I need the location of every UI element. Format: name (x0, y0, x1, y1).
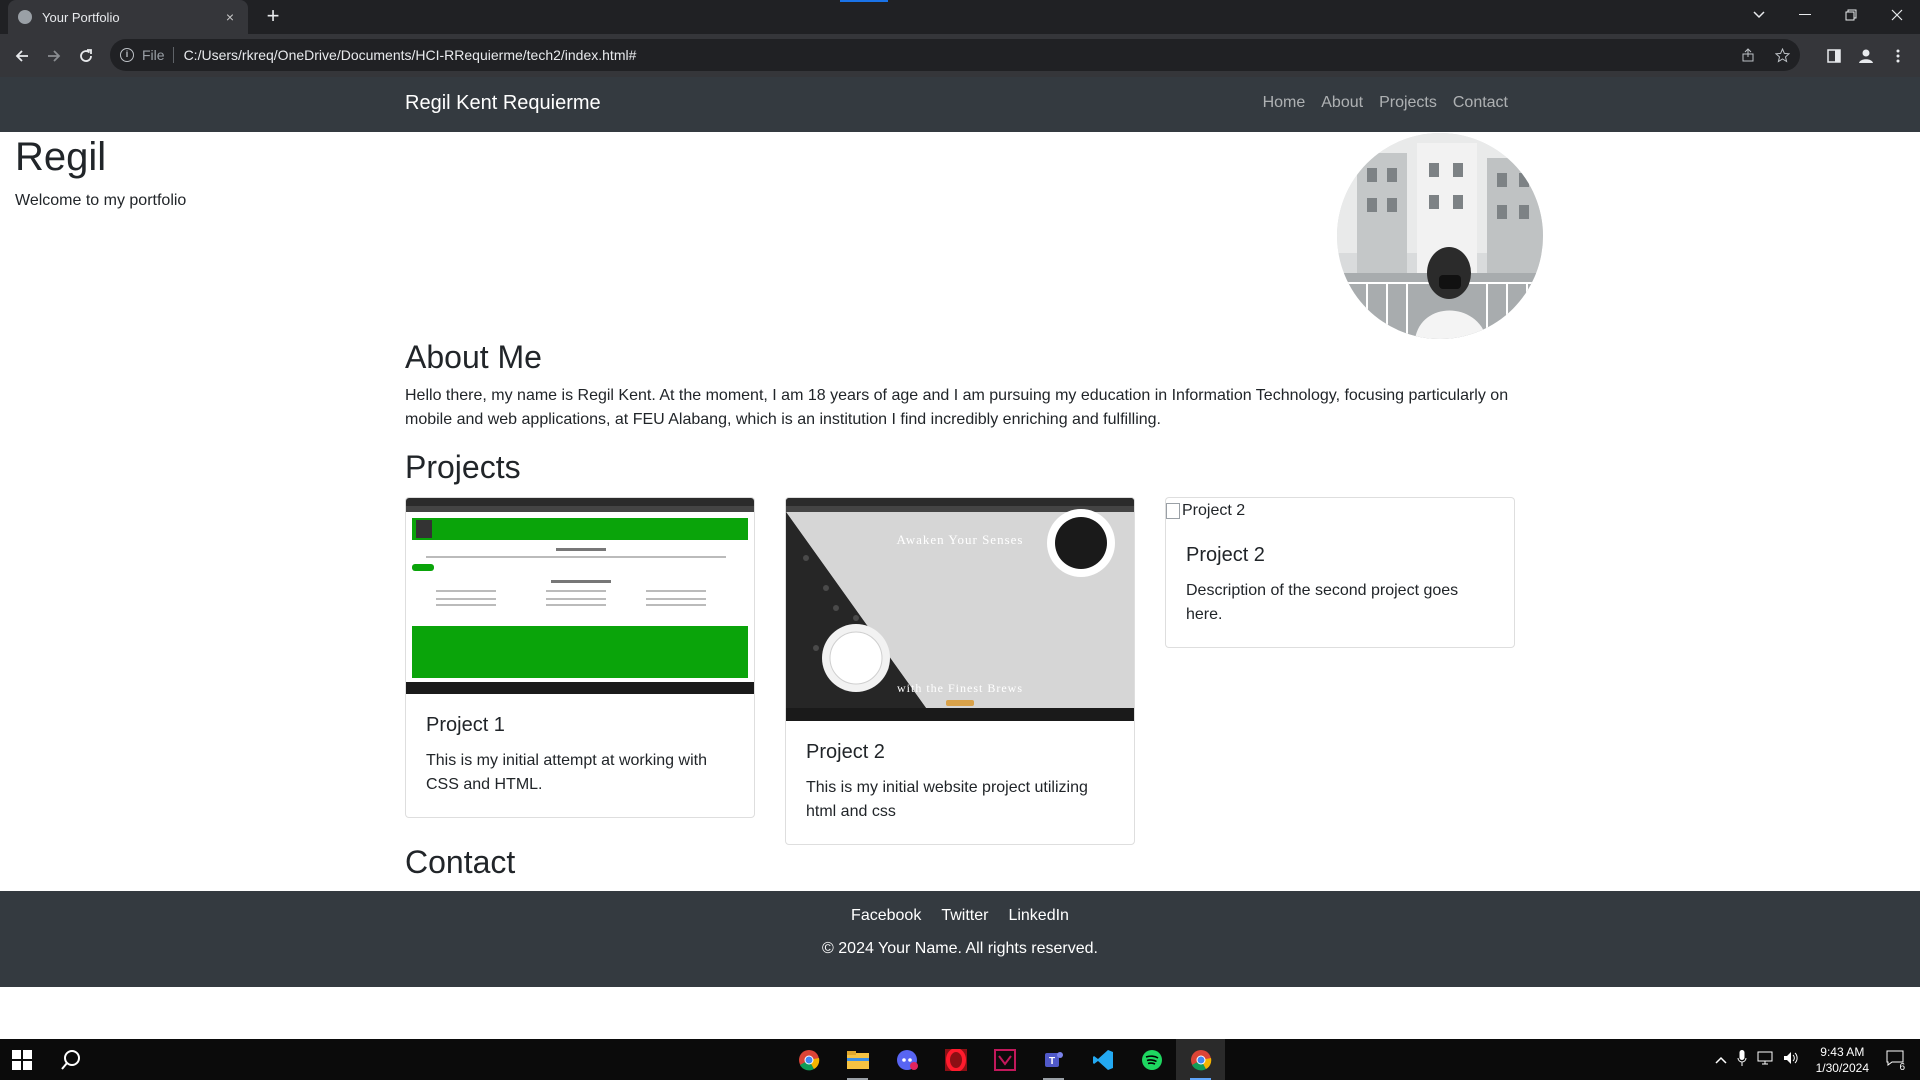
forward-icon[interactable] (41, 43, 67, 69)
project-card-3[interactable]: Project 2 Project 2 Description of the s… (1165, 497, 1515, 648)
chrome-icon[interactable] (784, 1039, 833, 1080)
browser-tab[interactable]: Your Portfolio × (8, 0, 248, 34)
windows-taskbar: T 9:43 AM 1/30/2024 6 (0, 1039, 1920, 1080)
taskbar-apps: T (784, 1039, 1225, 1080)
footer-link-facebook[interactable]: Facebook (851, 907, 921, 925)
svg-text:T: T (1048, 1056, 1054, 1067)
discord-icon[interactable] (882, 1039, 931, 1080)
site-info-icon[interactable]: i (120, 48, 134, 62)
project-3-image: Project 2 (1166, 498, 1514, 524)
reload-icon[interactable] (73, 43, 99, 69)
broken-image-icon (1166, 503, 1180, 519)
project-1-screenshot (406, 498, 754, 694)
clock-date: 1/30/2024 (1815, 1060, 1869, 1075)
notification-icon[interactable]: 6 (1886, 1050, 1905, 1073)
browser-tabstrip: Your Portfolio × + (0, 0, 1920, 34)
footer-link-twitter[interactable]: Twitter (941, 907, 988, 925)
tab-loading-indicator (840, 0, 888, 2)
globe-icon (18, 10, 32, 24)
chrome-active-icon[interactable] (1176, 1039, 1225, 1080)
search-icon[interactable] (60, 1049, 82, 1071)
project-2-screenshot: Awaken Your Senses with the Finest Brews (786, 498, 1134, 721)
project-card-1[interactable]: Project 1 This is my initial attempt at … (405, 497, 755, 818)
close-window-icon[interactable] (1874, 0, 1920, 30)
project-3-description: Description of the second project goes h… (1186, 582, 1459, 623)
project-1-title: Project 1 (426, 714, 505, 736)
profile-photo (1337, 133, 1543, 339)
tab-title: Your Portfolio (42, 9, 120, 25)
address-bar[interactable]: i File C:/Users/rkreq/OneDrive/Documents… (110, 39, 1800, 71)
site-navbar: Regil Kent Requierme Home About Projects… (0, 77, 1920, 132)
project-2-description: This is my initial website project utili… (806, 779, 1088, 820)
tab-search-icon[interactable] (1736, 0, 1782, 30)
share-icon[interactable] (1738, 45, 1758, 65)
system-tray: 9:43 AM 1/30/2024 6 (1710, 1039, 1920, 1080)
about-heading: About Me (405, 339, 542, 375)
url-text[interactable]: C:/Users/rkreq/OneDrive/Documents/HCI-RR… (184, 47, 637, 63)
url-scheme: File (142, 47, 165, 63)
teams-icon[interactable]: T (1029, 1039, 1078, 1080)
new-tab-button[interactable]: + (260, 4, 286, 30)
project-3-image-alt: Project 2 (1182, 502, 1246, 519)
close-tab-icon[interactable]: × (222, 9, 238, 25)
nav-link-contact[interactable]: Contact (1453, 94, 1508, 112)
nav-link-projects[interactable]: Projects (1379, 94, 1437, 112)
notification-count: 6 (1899, 1062, 1905, 1073)
web-page: Regil Kent Requierme Home About Projects… (0, 77, 1920, 1039)
taskbar-clock[interactable]: 9:43 AM 1/30/2024 (1816, 1044, 1869, 1076)
back-icon[interactable] (9, 43, 35, 69)
hero-title: Regil (15, 135, 107, 179)
project-3-title: Project 2 (1186, 544, 1265, 566)
restore-icon[interactable] (1828, 0, 1874, 30)
menu-icon[interactable] (1886, 44, 1910, 68)
project-1-description: This is my initial attempt at working wi… (426, 752, 707, 793)
spotify-icon[interactable] (1127, 1039, 1176, 1080)
chevron-up-icon[interactable] (1715, 1053, 1727, 1067)
site-footer: Facebook Twitter LinkedIn © 2024 Your Na… (0, 891, 1920, 987)
microphone-icon[interactable] (1737, 1050, 1747, 1069)
site-brand[interactable]: Regil Kent Requierme (405, 92, 601, 115)
minimize-icon[interactable] (1782, 0, 1828, 30)
bookmark-star-icon[interactable] (1772, 45, 1792, 65)
footer-links: Facebook Twitter LinkedIn (0, 907, 1920, 925)
project-card-2[interactable]: Awaken Your Senses with the Finest Brews… (785, 497, 1135, 845)
footer-link-linkedin[interactable]: LinkedIn (1008, 907, 1069, 925)
profile-icon[interactable] (1854, 44, 1878, 68)
project-2-image-tagline: with the Finest Brews (897, 681, 1023, 695)
contact-heading: Contact (405, 844, 516, 880)
side-panel-icon[interactable] (1822, 44, 1846, 68)
about-paragraph: Hello there, my name is Regil Kent. At t… (405, 387, 1509, 428)
copyright-text: © 2024 Your Name. All rights reserved. (822, 940, 1098, 957)
vscode-icon[interactable] (1078, 1039, 1127, 1080)
network-icon[interactable] (1757, 1051, 1773, 1068)
volume-icon[interactable] (1783, 1051, 1799, 1068)
hero-subtitle: Welcome to my portfolio (15, 192, 187, 209)
browser-toolbar: i File C:/Users/rkreq/OneDrive/Documents… (0, 34, 1920, 77)
nav-link-home[interactable]: Home (1263, 94, 1306, 112)
nav-link-about[interactable]: About (1321, 94, 1363, 112)
projects-heading: Projects (405, 449, 521, 485)
opera-icon[interactable] (931, 1039, 980, 1080)
project-2-image-headline: Awaken Your Senses (897, 532, 1024, 547)
omnibox-separator (172, 47, 174, 63)
file-explorer-icon[interactable] (833, 1039, 882, 1080)
site-nav-links: Home About Projects Contact (1263, 94, 1508, 112)
vectornator-icon[interactable] (980, 1039, 1029, 1080)
windows-start-icon[interactable] (12, 1050, 32, 1070)
clock-time: 9:43 AM (1820, 1044, 1865, 1059)
project-2-title: Project 2 (806, 741, 885, 763)
